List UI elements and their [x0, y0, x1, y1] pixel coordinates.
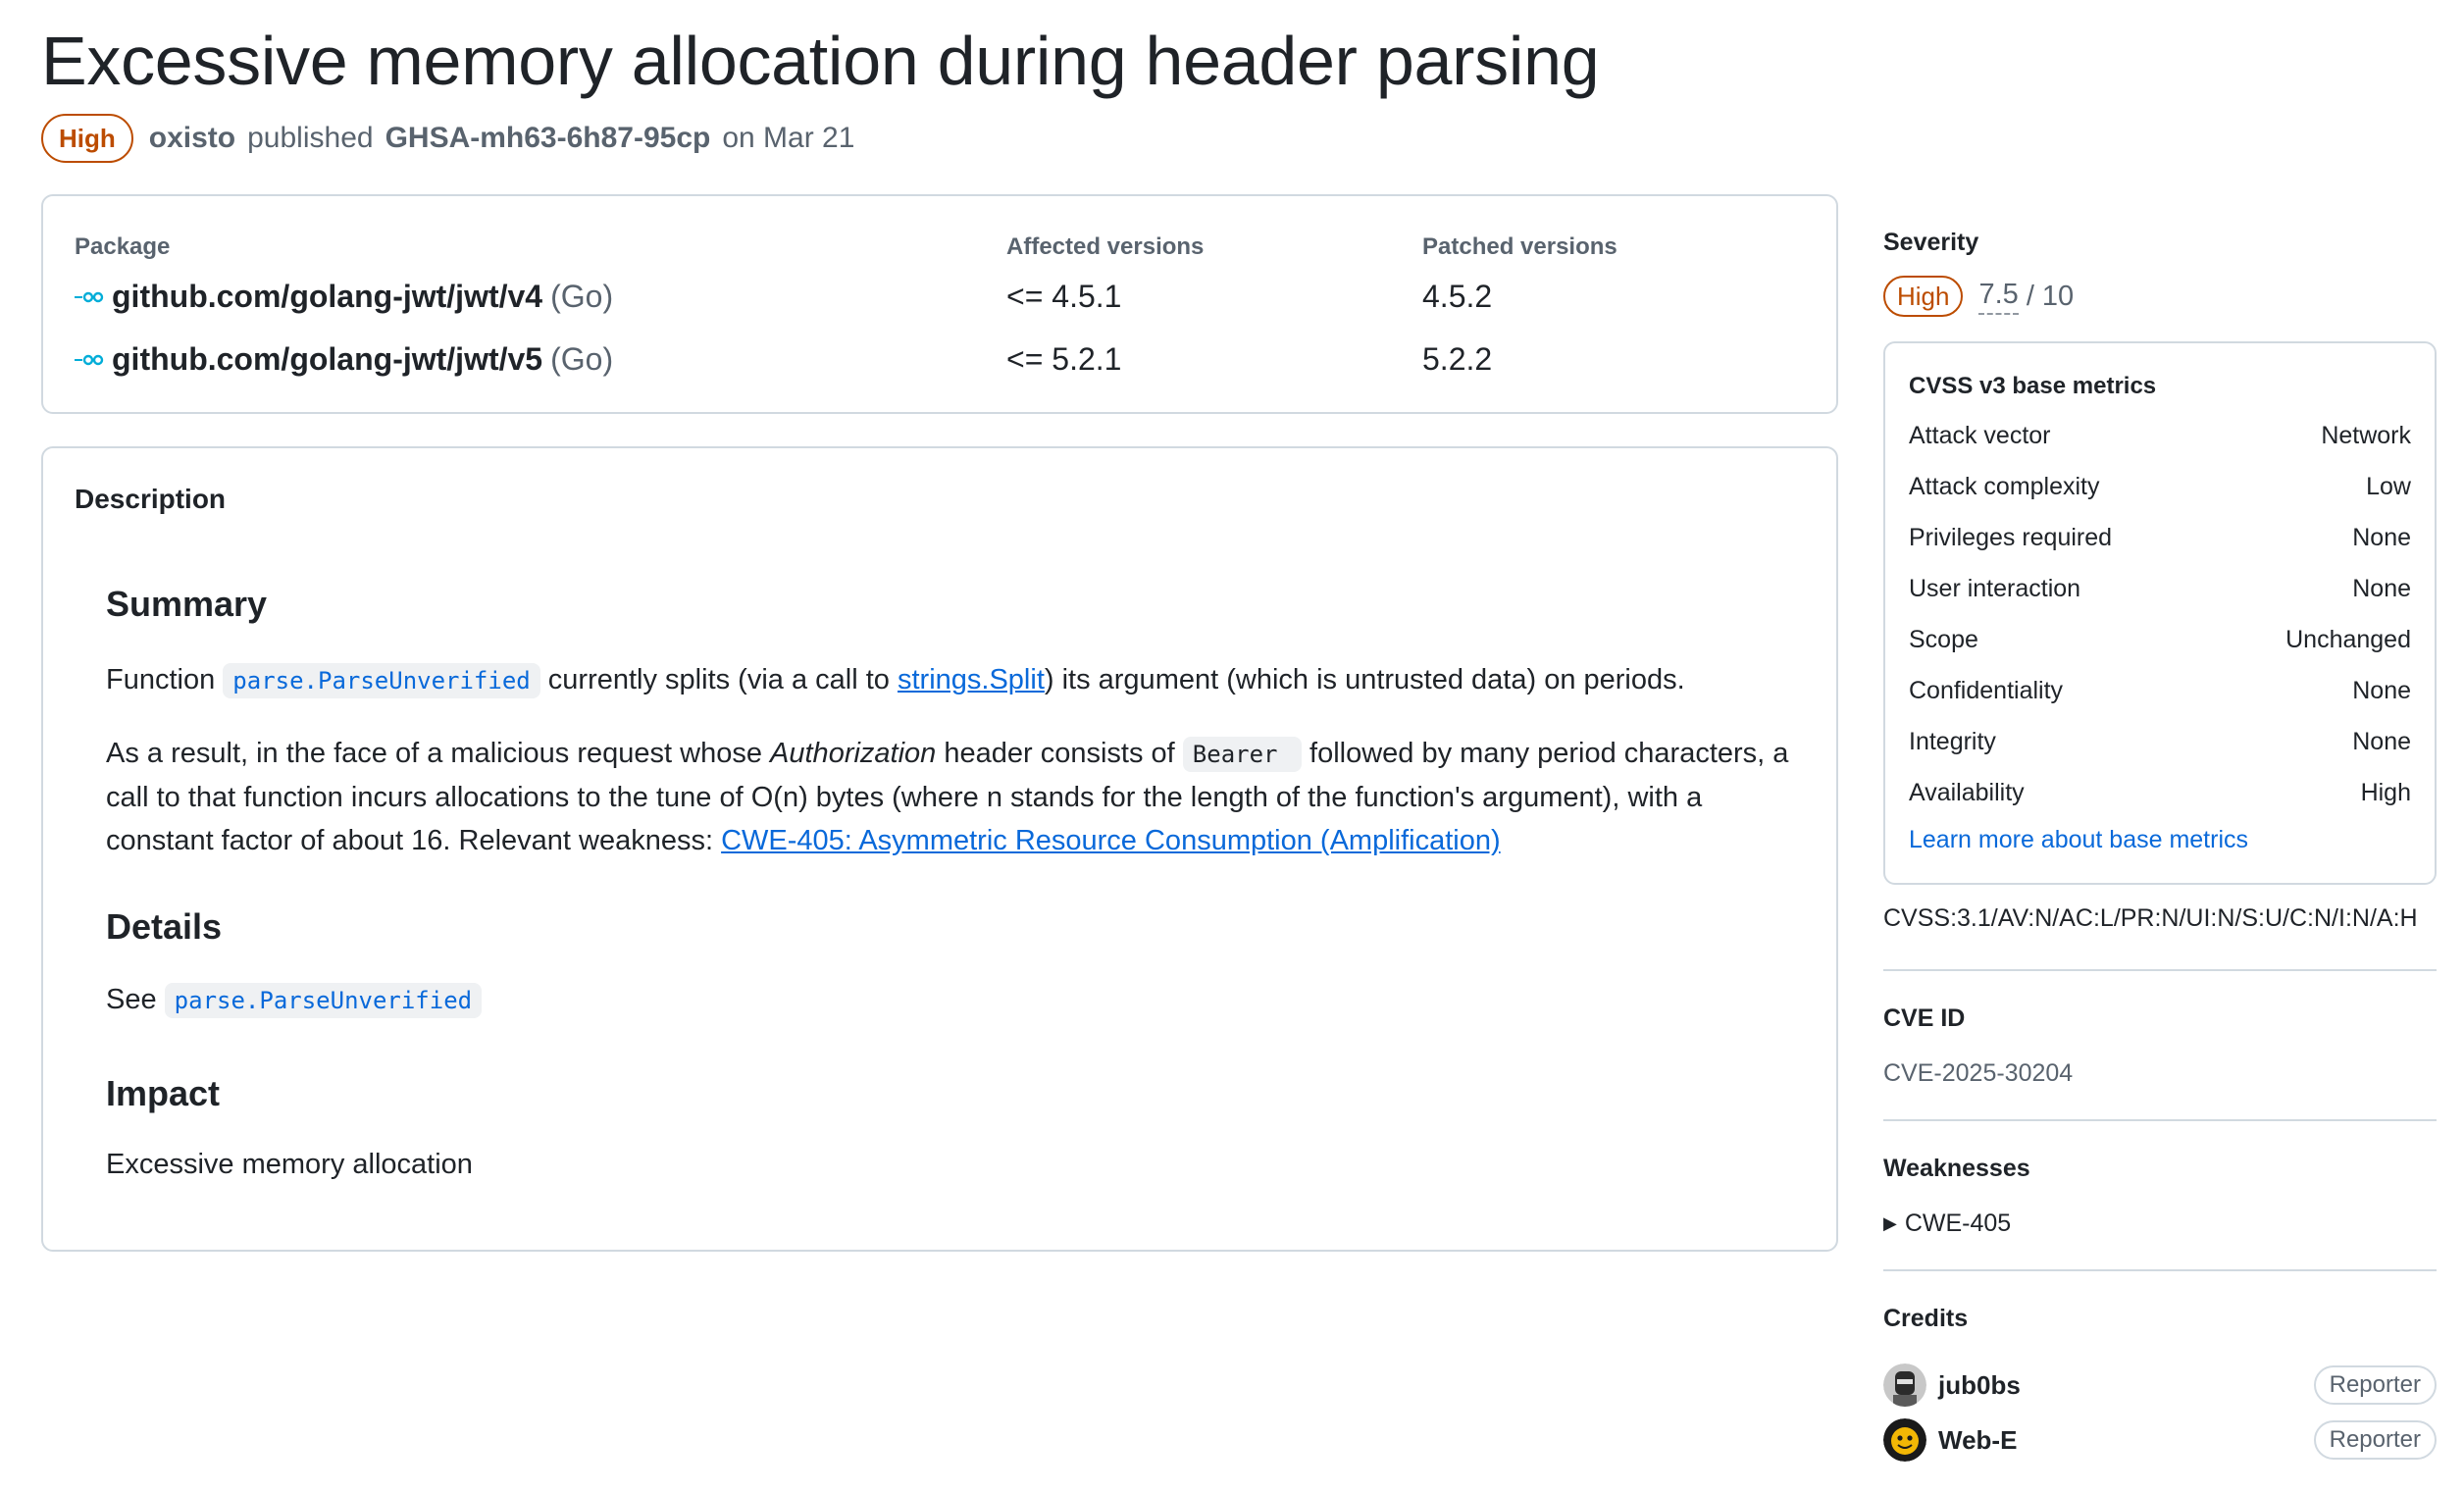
metric-label: User interaction: [1909, 575, 2081, 602]
cvss-vector-string: CVSS:3.1/AV:N/AC:L/PR:N/UI:N/S:U/C:N/I:N…: [1883, 904, 2418, 932]
summary-heading: Summary: [106, 584, 268, 624]
package-box: Package Affected versions Patched versio…: [41, 194, 1838, 414]
avatar: [1883, 1418, 1926, 1462]
published-date: on Mar 21: [722, 122, 855, 154]
metric-label: Privileges required: [1909, 524, 2113, 551]
metric-label: Availability: [1909, 779, 2025, 806]
severity-badge-small: High: [1883, 276, 1964, 317]
summary-paragraph-2: As a result, in the face of a malicious …: [106, 732, 1793, 862]
severity-score-line: High 7.5 / 10: [1883, 276, 2074, 317]
credit-row: Web-E Reporter: [1883, 1417, 2437, 1463]
details-heading: Details: [106, 906, 223, 947]
credit-role-badge: Reporter: [2313, 1365, 2437, 1405]
disclosure-triangle-icon: ▶: [1883, 1213, 1897, 1233]
p2-text-a: As a result, in the face of a malicious …: [106, 738, 762, 769]
credits-heading: Credits: [1883, 1305, 1969, 1332]
severity-heading: Severity: [1883, 229, 1979, 256]
metric-confidentiality: Confidentiality None: [1909, 677, 2411, 705]
go-package-icon: [75, 354, 104, 365]
learn-more-base-metrics-link[interactable]: Learn more about base metrics: [1909, 826, 2248, 854]
metric-privileges-required: Privileges required None: [1909, 524, 2411, 552]
p1-text-end: ) its argument (which is untrusted data)…: [1044, 664, 1685, 695]
sidebar-divider: [1883, 1269, 2437, 1271]
metric-availability: Availability High: [1909, 779, 2411, 807]
metric-value: None: [2352, 524, 2411, 551]
package-column-header: Package: [75, 233, 171, 260]
advisory-meta: High oxisto published GHSA-mh63-6h87-95c…: [41, 114, 857, 163]
severity-badge: High: [41, 114, 133, 163]
cve-id-heading: CVE ID: [1883, 1004, 1966, 1032]
metric-label: Attack complexity: [1909, 473, 2100, 500]
credit-user-link[interactable]: jub0bs: [1938, 1370, 2021, 1401]
affected-version: <= 4.5.1: [1006, 279, 1122, 314]
weaknesses-heading: Weaknesses: [1883, 1155, 2030, 1182]
metric-user-interaction: User interaction None: [1909, 575, 2411, 603]
metric-value: None: [2352, 728, 2411, 755]
sidebar-divider: [1883, 969, 2437, 971]
description-box: Description Summary Function parse.Parse…: [41, 446, 1838, 1252]
details-paragraph: See parse.ParseUnverified: [106, 978, 1793, 1022]
patched-version: 4.5.2: [1422, 279, 1493, 314]
package-row: github.com/golang-jwt/jwt/v4 (Go): [75, 279, 613, 315]
patched-column-header: Patched versions: [1422, 233, 1617, 260]
metric-label: Integrity: [1909, 728, 1996, 755]
metric-label: Confidentiality: [1909, 677, 2064, 704]
patched-version: 5.2.2: [1422, 341, 1493, 377]
credit-user-link[interactable]: Web-E: [1938, 1425, 2017, 1456]
metric-scope: Scope Unchanged: [1909, 626, 2411, 654]
weakness-toggle[interactable]: ▶ CWE-405: [1883, 1209, 2011, 1238]
summary-paragraph-1: Function parse.ParseUnverified currently…: [106, 658, 1793, 702]
affected-column-header: Affected versions: [1006, 233, 1205, 260]
credit-role-badge: Reporter: [2313, 1420, 2437, 1460]
description-heading: Description: [75, 484, 227, 514]
p1-text-mid: currently splits (via a call to: [547, 664, 890, 695]
metric-attack-complexity: Attack complexity Low: [1909, 473, 2411, 501]
metric-value: None: [2352, 575, 2411, 602]
metric-integrity: Integrity None: [1909, 728, 2411, 756]
metric-attack-vector: Attack vector Network: [1909, 422, 2411, 450]
bearer-code: Bearer: [1182, 737, 1302, 772]
ghsa-id-link[interactable]: GHSA-mh63-6h87-95cp: [385, 122, 711, 155]
author-link[interactable]: oxisto: [149, 122, 235, 155]
package-ecosystem: (Go): [550, 279, 614, 314]
strings-split-link[interactable]: strings.Split: [898, 664, 1045, 695]
sidebar-divider: [1883, 1119, 2437, 1121]
severity-score-suffix: / 10: [2026, 280, 2075, 312]
p2-text-b: header consists of: [944, 738, 1175, 769]
p1-text-start: Function: [106, 664, 216, 695]
authorization-emphasis: Authorization: [770, 738, 937, 769]
credit-row: jub0bs Reporter: [1883, 1363, 2437, 1408]
cvss-metrics-title: CVSS v3 base metrics: [1909, 373, 2157, 399]
metric-value: Unchanged: [2285, 626, 2411, 653]
metric-value: High: [2360, 779, 2411, 806]
metric-value: Low: [2366, 473, 2411, 500]
metric-value: None: [2352, 677, 2411, 704]
details-parse-unverified-code-link[interactable]: parse.ParseUnverified: [164, 983, 483, 1018]
details-see-text: See: [106, 984, 157, 1015]
cvss-metrics-box: CVSS v3 base metrics Attack vector Networ…: [1883, 341, 2437, 885]
published-text: published: [247, 122, 374, 154]
metric-label: Scope: [1909, 626, 1978, 653]
package-row: github.com/golang-jwt/jwt/v5 (Go): [75, 341, 613, 378]
metric-value: Network: [2321, 422, 2411, 449]
severity-score[interactable]: 7.5: [1978, 279, 2019, 315]
package-ecosystem: (Go): [550, 341, 614, 377]
go-package-icon: [75, 291, 104, 302]
impact-heading: Impact: [106, 1073, 221, 1113]
package-name-link[interactable]: github.com/golang-jwt/jwt/v4: [112, 279, 542, 315]
package-name-link[interactable]: github.com/golang-jwt/jwt/v5: [112, 341, 542, 378]
impact-paragraph: Excessive memory allocation: [106, 1149, 473, 1180]
avatar: [1883, 1363, 1926, 1407]
parse-unverified-code-link[interactable]: parse.ParseUnverified: [223, 663, 540, 698]
affected-version: <= 5.2.1: [1006, 341, 1122, 377]
metric-label: Attack vector: [1909, 422, 2051, 449]
advisory-title: Excessive memory allocation during heade…: [41, 23, 1600, 99]
cwe-405-link[interactable]: CWE-405: Asymmetric Resource Consumption…: [721, 825, 1501, 856]
weakness-id: CWE-405: [1904, 1209, 2012, 1237]
cve-id-value: CVE-2025-30204: [1883, 1059, 2074, 1087]
